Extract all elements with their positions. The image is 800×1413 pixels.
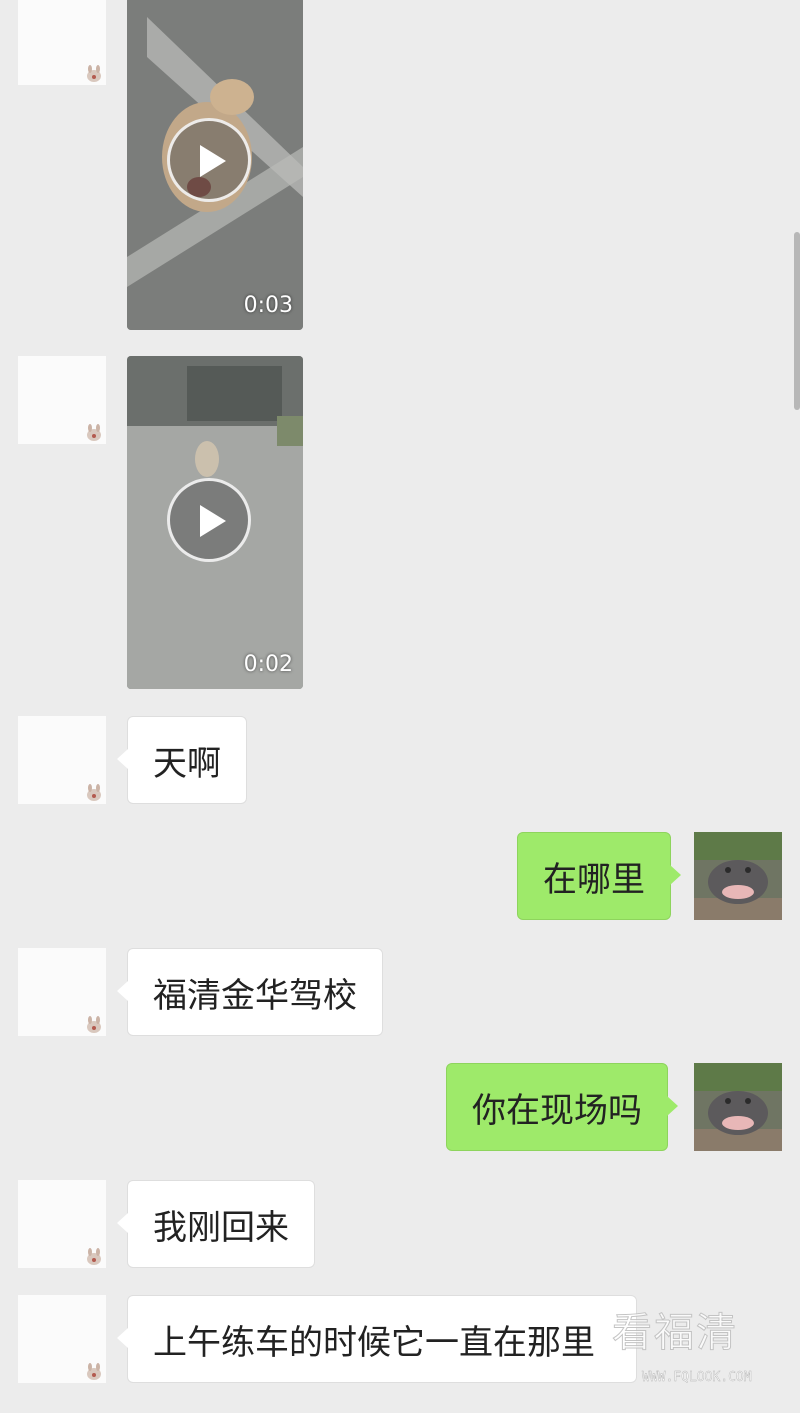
rabbit-sticker-icon <box>87 65 101 82</box>
sender-avatar[interactable] <box>18 0 106 85</box>
message-text: 我刚回来 <box>153 1207 289 1248</box>
play-icon <box>200 505 226 537</box>
message-text: 天啊 <box>153 743 221 784</box>
sender-avatar[interactable] <box>18 1180 106 1268</box>
play-icon <box>200 145 226 177</box>
rabbit-sticker-icon <box>87 1016 101 1033</box>
sender-avatar[interactable] <box>18 1295 106 1383</box>
play-button[interactable] <box>167 478 251 562</box>
message-text: 福清金华驾校 <box>153 975 357 1016</box>
scrollbar[interactable] <box>794 232 800 410</box>
hippo-avatar-image <box>694 832 782 920</box>
video-message[interactable]: 0:03 <box>127 0 303 330</box>
sender-avatar[interactable] <box>18 356 106 444</box>
video-message[interactable]: 0:02 <box>127 356 303 689</box>
rabbit-sticker-icon <box>87 424 101 441</box>
message-text: 你在现场吗 <box>472 1090 642 1131</box>
own-avatar[interactable] <box>694 832 782 920</box>
watermark-url: WWW.FQLOOK.COM <box>642 1370 752 1385</box>
watermark-text: 看福清 <box>612 1310 738 1357</box>
video-duration: 0:02 <box>243 652 293 677</box>
rabbit-sticker-icon <box>87 1363 101 1380</box>
video-duration: 0:03 <box>243 293 293 318</box>
rabbit-sticker-icon <box>87 1248 101 1265</box>
outgoing-message[interactable]: 在哪里 <box>517 832 681 920</box>
incoming-message[interactable]: 天啊 <box>117 716 247 804</box>
watermark: 看福清 WWW.FQLOOK.COM <box>612 1300 800 1390</box>
incoming-message[interactable]: 我刚回来 <box>117 1180 315 1268</box>
sender-avatar[interactable] <box>18 716 106 804</box>
outgoing-message[interactable]: 你在现场吗 <box>446 1063 678 1151</box>
own-avatar[interactable] <box>694 1063 782 1151</box>
message-text: 在哪里 <box>543 859 645 900</box>
message-text: 上午练车的时候它一直在那里 <box>153 1322 595 1363</box>
rabbit-sticker-icon <box>87 784 101 801</box>
play-button[interactable] <box>167 118 251 202</box>
incoming-message[interactable]: 福清金华驾校 <box>117 948 383 1036</box>
incoming-message[interactable]: 上午练车的时候它一直在那里 <box>117 1295 637 1383</box>
sender-avatar[interactable] <box>18 948 106 1036</box>
hippo-avatar-image <box>694 1063 782 1151</box>
